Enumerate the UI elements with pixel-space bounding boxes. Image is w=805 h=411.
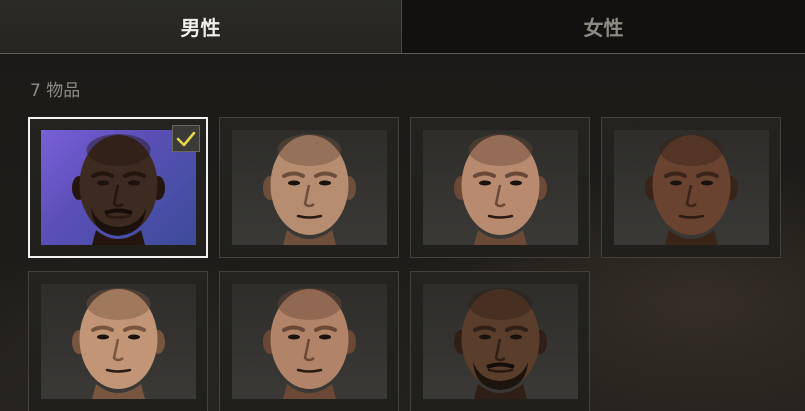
character-card[interactable] (28, 117, 208, 258)
item-count-label: 7 物品 (30, 81, 81, 101)
character-portrait (232, 130, 387, 245)
character-face (454, 288, 547, 399)
character-card[interactable] (410, 271, 590, 411)
tab-female[interactable]: 女性 (402, 0, 805, 53)
character-portrait (232, 284, 387, 399)
character-select-panel: 男性 女性 7 物品 (0, 0, 805, 411)
character-card[interactable] (410, 117, 590, 258)
gender-tabs: 男性 女性 (0, 0, 805, 54)
tab-male[interactable]: 男性 (0, 0, 402, 53)
check-icon (172, 125, 200, 152)
character-face (72, 288, 165, 399)
character-card[interactable] (219, 117, 399, 258)
character-portrait (41, 284, 196, 399)
character-face (263, 288, 356, 399)
character-face (454, 134, 547, 245)
character-card[interactable] (28, 271, 208, 411)
character-portrait (614, 130, 769, 245)
character-face (645, 134, 738, 245)
character-card[interactable] (219, 271, 399, 411)
character-portrait (423, 130, 578, 245)
character-portrait (423, 284, 578, 399)
character-card[interactable] (601, 117, 781, 258)
character-face (263, 134, 356, 245)
